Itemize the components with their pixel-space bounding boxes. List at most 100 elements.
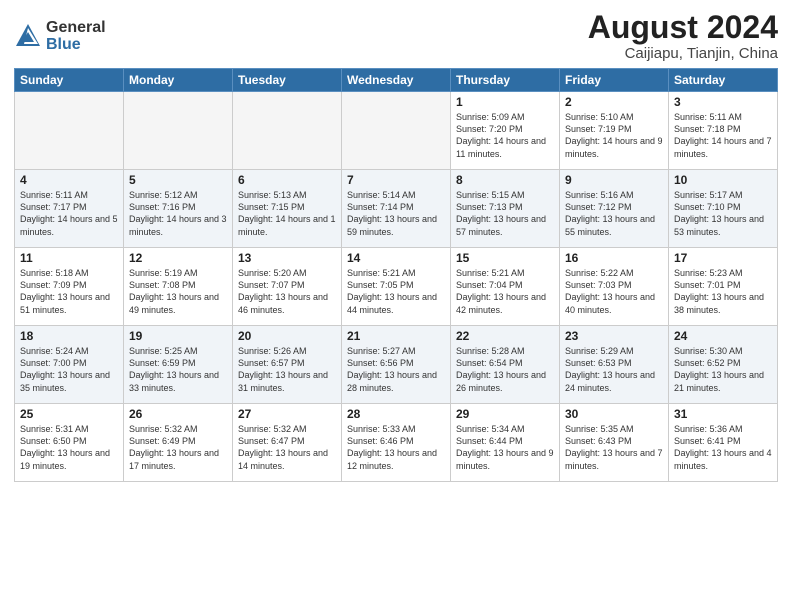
day-number-25: 25 bbox=[20, 407, 118, 421]
calendar-cell-4-4: 22Sunrise: 5:28 AM Sunset: 6:54 PM Dayli… bbox=[451, 326, 560, 404]
calendar-cell-4-1: 19Sunrise: 5:25 AM Sunset: 6:59 PM Dayli… bbox=[124, 326, 233, 404]
day-info-9: Sunrise: 5:16 AM Sunset: 7:12 PM Dayligh… bbox=[565, 189, 663, 238]
calendar-cell-2-6: 10 Sunrise: 5:17 AM Sunset: 7:10 PM Dayli… bbox=[669, 170, 778, 248]
day-number-29: 29 bbox=[456, 407, 554, 421]
day-number-11: 11 bbox=[20, 251, 118, 265]
col-thursday: Thursday bbox=[451, 69, 560, 92]
day-info-16: Sunrise: 5:22 AM Sunset: 7:03 PM Dayligh… bbox=[565, 267, 663, 316]
day-number-12: 12 bbox=[129, 251, 227, 265]
logo-text: General Blue bbox=[46, 19, 106, 54]
calendar-cell-1-5: 2 Sunrise: 5:10 AM Sunset: 7:19 PM Daylig… bbox=[560, 92, 669, 170]
day-info-12: Sunrise: 5:19 AM Sunset: 7:08 PM Dayligh… bbox=[129, 267, 227, 316]
calendar-cell-5-4: 29Sunrise: 5:34 AM Sunset: 6:44 PM Dayli… bbox=[451, 404, 560, 482]
title-block: August 2024 Caijiapu, Tianjin, China bbox=[588, 10, 778, 62]
day-number-21: 21 bbox=[347, 329, 445, 343]
day-number-2: 2 bbox=[565, 95, 663, 109]
calendar-cell-1-3 bbox=[342, 92, 451, 170]
day-info-26: Sunrise: 5:32 AM Sunset: 6:49 PM Dayligh… bbox=[129, 423, 227, 472]
calendar-cell-5-5: 30Sunrise: 5:35 AM Sunset: 6:43 PM Dayli… bbox=[560, 404, 669, 482]
calendar-week-3: 11Sunrise: 5:18 AM Sunset: 7:09 PM Dayli… bbox=[15, 248, 778, 326]
day-info-30: Sunrise: 5:35 AM Sunset: 6:43 PM Dayligh… bbox=[565, 423, 663, 472]
day-number-15: 15 bbox=[456, 251, 554, 265]
col-tuesday: Tuesday bbox=[233, 69, 342, 92]
calendar-cell-4-2: 20 Sunrise: 5:26 AM Sunset: 6:57 PM Dayli… bbox=[233, 326, 342, 404]
calendar-cell-3-4: 15 Sunrise: 5:21 AM Sunset: 7:04 PM Dayli… bbox=[451, 248, 560, 326]
calendar-table: Sunday Monday Tuesday Wednesday Thursday… bbox=[14, 68, 778, 482]
calendar-cell-3-2: 13 Sunrise: 5:20 AM Sunset: 7:07 PM Dayli… bbox=[233, 248, 342, 326]
day-info-17: Sunrise: 5:23 AM Sunset: 7:01 PM Dayligh… bbox=[674, 267, 772, 316]
day-info-18: Sunrise: 5:24 AM Sunset: 7:00 PM Dayligh… bbox=[20, 345, 118, 394]
day-number-7: 7 bbox=[347, 173, 445, 187]
day-info-7: Sunrise: 5:14 AM Sunset: 7:14 PM Dayligh… bbox=[347, 189, 445, 238]
calendar-cell-5-1: 26 Sunrise: 5:32 AM Sunset: 6:49 PM Dayli… bbox=[124, 404, 233, 482]
day-info-10: Sunrise: 5:17 AM Sunset: 7:10 PM Dayligh… bbox=[674, 189, 772, 238]
day-info-13: Sunrise: 5:20 AM Sunset: 7:07 PM Dayligh… bbox=[238, 267, 336, 316]
header: General Blue August 2024 Caijiapu, Tianj… bbox=[14, 10, 778, 62]
day-info-24: Sunrise: 5:30 AM Sunset: 6:52 PM Dayligh… bbox=[674, 345, 772, 394]
day-number-16: 16 bbox=[565, 251, 663, 265]
month-title: August 2024 bbox=[588, 10, 778, 45]
day-info-2: Sunrise: 5:10 AM Sunset: 7:19 PM Dayligh… bbox=[565, 111, 663, 160]
col-sunday: Sunday bbox=[15, 69, 124, 92]
day-number-24: 24 bbox=[674, 329, 772, 343]
calendar-cell-4-3: 21 Sunrise: 5:27 AM Sunset: 6:56 PM Dayli… bbox=[342, 326, 451, 404]
day-number-20: 20 bbox=[238, 329, 336, 343]
calendar-week-5: 25 Sunrise: 5:31 AM Sunset: 6:50 PM Dayli… bbox=[15, 404, 778, 482]
day-number-23: 23 bbox=[565, 329, 663, 343]
calendar-cell-4-5: 23 Sunrise: 5:29 AM Sunset: 6:53 PM Dayli… bbox=[560, 326, 669, 404]
day-info-23: Sunrise: 5:29 AM Sunset: 6:53 PM Dayligh… bbox=[565, 345, 663, 394]
day-number-18: 18 bbox=[20, 329, 118, 343]
calendar-cell-5-6: 31Sunrise: 5:36 AM Sunset: 6:41 PM Dayli… bbox=[669, 404, 778, 482]
page: General Blue August 2024 Caijiapu, Tianj… bbox=[0, 0, 792, 612]
day-number-6: 6 bbox=[238, 173, 336, 187]
calendar-cell-3-5: 16 Sunrise: 5:22 AM Sunset: 7:03 PM Dayli… bbox=[560, 248, 669, 326]
day-number-17: 17 bbox=[674, 251, 772, 265]
day-info-4: Sunrise: 5:11 AM Sunset: 7:17 PM Dayligh… bbox=[20, 189, 118, 238]
day-info-3: Sunrise: 5:11 AM Sunset: 7:18 PM Dayligh… bbox=[674, 111, 772, 160]
calendar-cell-4-0: 18 Sunrise: 5:24 AM Sunset: 7:00 PM Dayli… bbox=[15, 326, 124, 404]
day-info-28: Sunrise: 5:33 AM Sunset: 6:46 PM Dayligh… bbox=[347, 423, 445, 472]
day-info-1: Sunrise: 5:09 AM Sunset: 7:20 PM Dayligh… bbox=[456, 111, 554, 160]
day-info-6: Sunrise: 5:13 AM Sunset: 7:15 PM Dayligh… bbox=[238, 189, 336, 238]
logo: General Blue bbox=[14, 19, 106, 54]
calendar-cell-1-4: 1Sunrise: 5:09 AM Sunset: 7:20 PM Daylig… bbox=[451, 92, 560, 170]
calendar-week-2: 4 Sunrise: 5:11 AM Sunset: 7:17 PM Daylig… bbox=[15, 170, 778, 248]
day-info-15: Sunrise: 5:21 AM Sunset: 7:04 PM Dayligh… bbox=[456, 267, 554, 316]
logo-blue-text: Blue bbox=[46, 36, 106, 54]
calendar-cell-5-3: 28 Sunrise: 5:33 AM Sunset: 6:46 PM Dayli… bbox=[342, 404, 451, 482]
day-info-19: Sunrise: 5:25 AM Sunset: 6:59 PM Dayligh… bbox=[129, 345, 227, 394]
calendar-cell-2-0: 4 Sunrise: 5:11 AM Sunset: 7:17 PM Daylig… bbox=[15, 170, 124, 248]
col-wednesday: Wednesday bbox=[342, 69, 451, 92]
calendar-cell-1-2 bbox=[233, 92, 342, 170]
day-info-21: Sunrise: 5:27 AM Sunset: 6:56 PM Dayligh… bbox=[347, 345, 445, 394]
calendar-cell-2-4: 8 Sunrise: 5:15 AM Sunset: 7:13 PM Daylig… bbox=[451, 170, 560, 248]
day-number-13: 13 bbox=[238, 251, 336, 265]
location-title: Caijiapu, Tianjin, China bbox=[588, 45, 778, 62]
calendar-cell-2-3: 7 Sunrise: 5:14 AM Sunset: 7:14 PM Daylig… bbox=[342, 170, 451, 248]
calendar-header-row: Sunday Monday Tuesday Wednesday Thursday… bbox=[15, 69, 778, 92]
logo-general-text: General bbox=[46, 19, 106, 37]
calendar-cell-5-2: 27Sunrise: 5:32 AM Sunset: 6:47 PM Dayli… bbox=[233, 404, 342, 482]
logo-icon bbox=[14, 22, 42, 50]
calendar-cell-2-5: 9 Sunrise: 5:16 AM Sunset: 7:12 PM Daylig… bbox=[560, 170, 669, 248]
day-number-28: 28 bbox=[347, 407, 445, 421]
calendar-week-4: 18 Sunrise: 5:24 AM Sunset: 7:00 PM Dayli… bbox=[15, 326, 778, 404]
calendar-cell-3-1: 12 Sunrise: 5:19 AM Sunset: 7:08 PM Dayli… bbox=[124, 248, 233, 326]
day-number-26: 26 bbox=[129, 407, 227, 421]
calendar-cell-2-1: 5Sunrise: 5:12 AM Sunset: 7:16 PM Daylig… bbox=[124, 170, 233, 248]
day-number-10: 10 bbox=[674, 173, 772, 187]
day-info-8: Sunrise: 5:15 AM Sunset: 7:13 PM Dayligh… bbox=[456, 189, 554, 238]
calendar-cell-3-0: 11Sunrise: 5:18 AM Sunset: 7:09 PM Dayli… bbox=[15, 248, 124, 326]
day-number-31: 31 bbox=[674, 407, 772, 421]
day-number-3: 3 bbox=[674, 95, 772, 109]
calendar-week-1: 1Sunrise: 5:09 AM Sunset: 7:20 PM Daylig… bbox=[15, 92, 778, 170]
day-number-4: 4 bbox=[20, 173, 118, 187]
calendar-cell-1-0 bbox=[15, 92, 124, 170]
day-number-8: 8 bbox=[456, 173, 554, 187]
day-number-9: 9 bbox=[565, 173, 663, 187]
day-number-5: 5 bbox=[129, 173, 227, 187]
calendar-cell-2-2: 6 Sunrise: 5:13 AM Sunset: 7:15 PM Daylig… bbox=[233, 170, 342, 248]
day-number-27: 27 bbox=[238, 407, 336, 421]
day-info-20: Sunrise: 5:26 AM Sunset: 6:57 PM Dayligh… bbox=[238, 345, 336, 394]
day-info-25: Sunrise: 5:31 AM Sunset: 6:50 PM Dayligh… bbox=[20, 423, 118, 472]
